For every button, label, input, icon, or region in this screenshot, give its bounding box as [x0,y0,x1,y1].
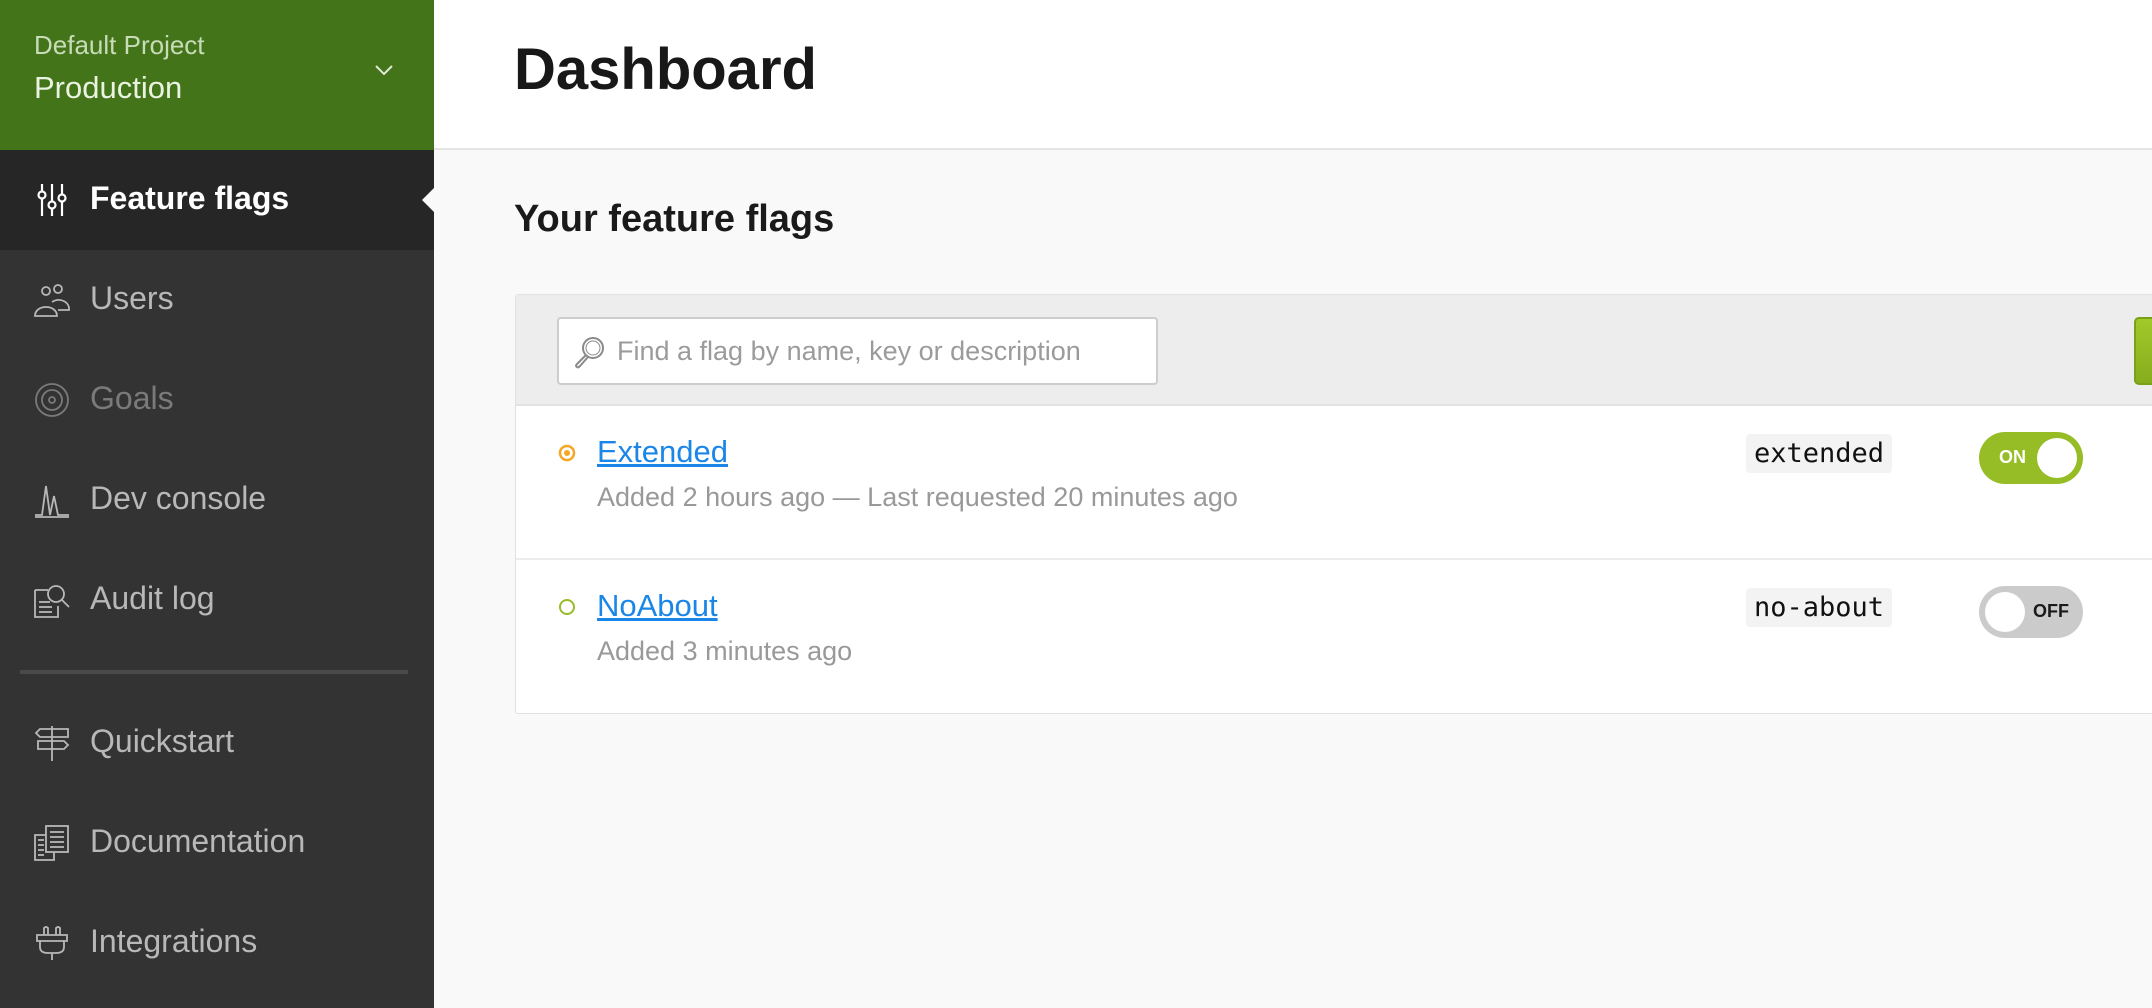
sidebar-item-integrations[interactable]: Integrations [0,893,434,993]
sidebar-item-audit-log[interactable]: Audit log [0,550,434,650]
sliders-icon [37,184,67,216]
search-icon [575,337,604,369]
users-icon [34,284,70,317]
sidebar-item-label: Goals [90,380,174,416]
flag-name-link[interactable]: Extended [597,434,728,470]
sidebar: Default Project Production Feature flags… [0,0,434,1008]
search-input[interactable] [617,327,1137,375]
signpost-icon [34,726,70,761]
sidebar-item-label: Dev console [90,480,267,516]
sidebar-item-label: Users [90,280,174,316]
main-header: Dashboard [434,0,2152,150]
active-indicator [422,188,434,212]
sidebar-item-documentation[interactable]: Documentation [0,793,434,893]
environment-name: Production [34,70,183,105]
flag-meta: Added 2 hours ago — Last requested 20 mi… [597,482,1238,512]
sidebar-item-dev-console[interactable]: Dev console [0,450,434,550]
target-icon [35,383,69,417]
flag-key: extended [1746,434,1893,473]
sidebar-item-label: Feature flags [90,180,290,216]
sidebar-item-label: Quickstart [90,723,235,759]
search-box[interactable] [557,317,1158,385]
project-name: Default Project [34,30,205,60]
flag-row: NoAbout Added 3 minutes ago no-about OFF [516,560,2152,714]
plug-icon [36,926,68,960]
sidebar-divider [20,670,408,674]
toggle-knob [2037,438,2077,478]
feature-flags-list: Extended Added 2 hours ago — Last reques… [515,294,2152,714]
documents-icon [34,825,69,861]
toggle-knob [1985,592,2025,632]
project-environment-switcher[interactable]: Default Project Production [0,0,434,150]
toggle-label: ON [1999,447,2026,467]
document-search-icon [34,585,70,618]
sidebar-item-feature-flags[interactable]: Feature flags [0,150,434,250]
flag-row: Extended Added 2 hours ago — Last reques… [516,406,2152,560]
flag-toggle[interactable]: OFF [1979,586,2083,638]
create-flag-button[interactable] [2134,317,2152,385]
flag-name-link[interactable]: NoAbout [597,588,718,624]
sidebar-item-goals[interactable]: Goals [0,350,434,450]
sidebar-item-label: Integrations [90,923,258,959]
sidebar-item-label: Documentation [90,823,306,859]
section-title: Your feature flags [514,198,835,240]
page-title: Dashboard [514,37,817,102]
flag-toggle[interactable]: ON [1979,432,2083,484]
status-active-icon [558,444,576,462]
chevron-down-icon[interactable] [372,58,396,82]
toggle-label: OFF [2033,601,2069,621]
sidebar-item-quickstart[interactable]: Quickstart [0,693,434,793]
pulse-chart-icon [35,485,69,518]
flags-toolbar [516,295,2152,406]
status-new-icon [559,599,575,615]
flag-key: no-about [1746,588,1893,627]
sidebar-item-users[interactable]: Users [0,250,434,350]
flag-meta: Added 3 minutes ago [597,636,853,666]
sidebar-item-label: Audit log [90,580,215,616]
